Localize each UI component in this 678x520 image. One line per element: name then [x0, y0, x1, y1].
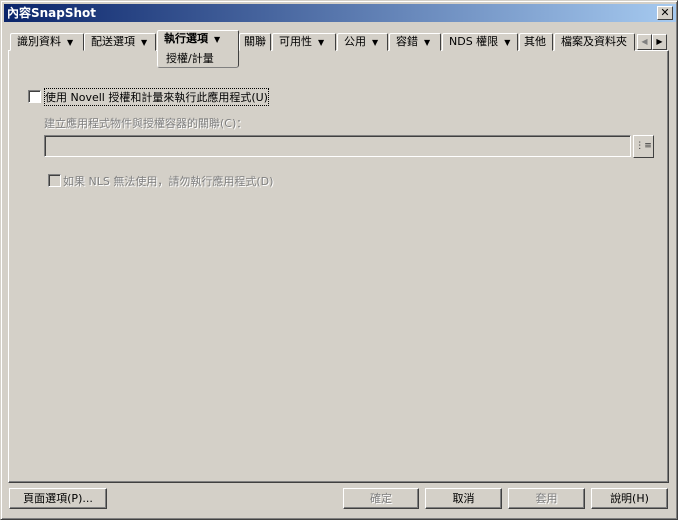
- tab-scroll-right-button[interactable]: ▶: [652, 34, 667, 50]
- tab-distribution-options[interactable]: 配送選項 ▼: [84, 33, 156, 51]
- tab-label: 可用性: [279, 35, 312, 48]
- tab-label: 配送選項: [91, 35, 135, 48]
- dropdown-arrow-icon[interactable]: ▼: [214, 35, 220, 44]
- title-bar: 內容SnapShot: [4, 4, 676, 22]
- tab-associations[interactable]: 關聯: [239, 33, 271, 51]
- dropdown-arrow-icon[interactable]: ▼: [372, 38, 378, 47]
- tree-browse-icon[interactable]: ⋮≡: [633, 135, 654, 158]
- tab-other[interactable]: 其他: [519, 33, 553, 51]
- tab-label: 其他: [524, 35, 546, 48]
- tab-fault-tolerance[interactable]: 容錯 ▼: [389, 33, 441, 51]
- tab-label: 關聯: [244, 35, 266, 48]
- association-label: 建立應用程式物件與授權容器的關聯(C)：: [44, 117, 248, 130]
- tab-run-options[interactable]: 執行選項 ▼ 授權/計量: [157, 30, 239, 68]
- tab-subpage-licensing[interactable]: 授權/計量: [166, 51, 214, 67]
- cancel-button[interactable]: 取消: [425, 488, 502, 509]
- dont-run-checkbox[interactable]: [48, 174, 61, 187]
- tab-label: 檔案及資料夾: [561, 35, 627, 48]
- close-button[interactable]: ✕: [657, 6, 673, 20]
- help-button[interactable]: 說明(H): [591, 488, 668, 509]
- tab-files-folders[interactable]: 檔案及資料夾: [554, 33, 635, 51]
- tab-label: NDS 權限: [449, 35, 499, 48]
- dropdown-arrow-icon[interactable]: ▼: [318, 38, 324, 47]
- page-options-button[interactable]: 頁面選項(P)...: [9, 488, 107, 509]
- dropdown-arrow-icon[interactable]: ▼: [67, 38, 73, 47]
- apply-button[interactable]: 套用: [508, 488, 585, 509]
- tab-scroll-left-button[interactable]: ◀: [637, 34, 652, 50]
- tab-common[interactable]: 公用 ▼: [337, 33, 388, 51]
- tab-label: 公用: [344, 35, 366, 48]
- window-title: 內容SnapShot: [7, 6, 97, 20]
- ok-button[interactable]: 確定: [343, 488, 419, 509]
- dropdown-arrow-icon[interactable]: ▼: [424, 38, 430, 47]
- dont-run-label: 如果 NLS 無法使用，請勿執行應用程式(D): [63, 175, 274, 188]
- tab-nds-rights[interactable]: NDS 權限 ▼: [442, 33, 518, 51]
- tab-availability[interactable]: 可用性 ▼: [272, 33, 336, 51]
- use-nls-label[interactable]: 使用 Novell 授權和計量來執行此應用程式(U): [44, 88, 269, 106]
- tab-label: 識別資料: [17, 35, 61, 48]
- tab-label: 容錯: [396, 35, 418, 48]
- dropdown-arrow-icon[interactable]: ▼: [504, 38, 510, 47]
- tab-label: 執行選項: [164, 32, 208, 45]
- license-container-field[interactable]: [44, 135, 631, 157]
- dropdown-arrow-icon[interactable]: ▼: [141, 38, 147, 47]
- tab-identification[interactable]: 識別資料 ▼: [10, 33, 84, 51]
- use-nls-checkbox[interactable]: [28, 90, 41, 103]
